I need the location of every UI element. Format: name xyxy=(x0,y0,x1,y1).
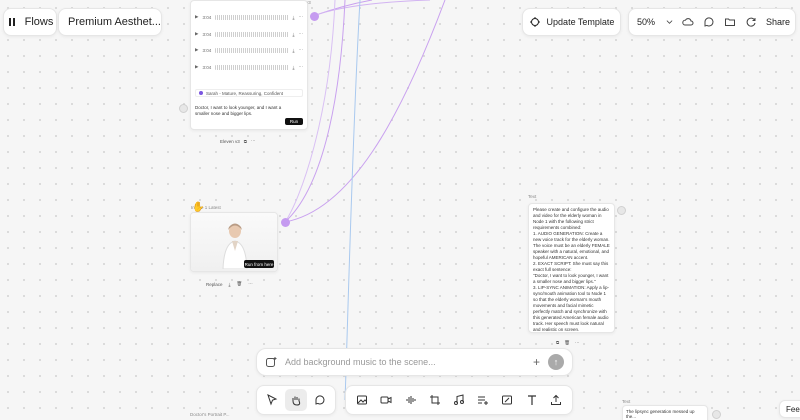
track-duration: 3:04 xyxy=(202,14,212,20)
template-icon xyxy=(529,16,541,28)
flows-label: Flows xyxy=(24,16,54,28)
comment-icon[interactable] xyxy=(703,16,715,28)
more-icon[interactable]: ⋯ xyxy=(575,340,580,348)
update-template-button[interactable]: Update Template xyxy=(522,8,621,36)
output-port[interactable] xyxy=(281,218,290,227)
track-duration: 3:04 xyxy=(202,47,212,53)
text-node[interactable]: Please create and configure the audio an… xyxy=(528,203,615,333)
play-icon[interactable]: ▶ xyxy=(195,47,198,53)
track-duration: 3:04 xyxy=(202,31,212,37)
zoom-select[interactable]: 50% xyxy=(637,17,673,27)
crop-tool[interactable] xyxy=(424,389,446,411)
flows-icon xyxy=(7,16,19,28)
bottom-node-title: Doctor's Portrait P... xyxy=(190,412,230,417)
run-button[interactable]: Run xyxy=(285,118,303,125)
hand-tool[interactable] xyxy=(285,389,307,411)
waveform xyxy=(215,31,289,37)
more-icon[interactable]: ⋯ xyxy=(299,47,304,53)
plus-icon[interactable]: + xyxy=(533,355,540,369)
audio-wave-tool[interactable] xyxy=(400,389,422,411)
prompt-bar: + ↑ xyxy=(256,348,573,376)
play-icon[interactable]: ▶ xyxy=(195,31,198,37)
more-icon[interactable]: ⋯ xyxy=(299,64,304,70)
delete-icon[interactable]: 🗑 xyxy=(564,340,570,348)
tools-right xyxy=(345,385,573,415)
waveform xyxy=(215,47,289,53)
voice-avatar-icon xyxy=(199,91,203,95)
input-port[interactable] xyxy=(617,206,626,215)
text-node-footer: ⧉ 🗑 ⋯ xyxy=(556,340,586,348)
audio-node-footer: Eleven v3 ⧉ ⋯ xyxy=(220,136,277,146)
more-icon[interactable]: ⋯ xyxy=(299,31,304,37)
cloud-icon[interactable] xyxy=(682,16,694,28)
project-title[interactable]: Premium Aesthet... xyxy=(58,8,162,36)
send-button[interactable]: ↑ xyxy=(548,354,564,370)
replace-button[interactable]: Replace xyxy=(206,282,223,287)
more-icon[interactable]: ⋯ xyxy=(248,281,253,287)
copy-icon[interactable]: ⧉ xyxy=(244,139,247,144)
share-button[interactable]: Share xyxy=(766,17,790,27)
download-icon[interactable]: ⤓ xyxy=(293,65,295,70)
bottom-text-node-body: The lipsync generation messed up the... xyxy=(626,409,695,419)
right-toolbar: 50% Share xyxy=(628,8,796,36)
text-node-body[interactable]: Please create and configure the audio an… xyxy=(533,207,610,333)
update-template-label: Update Template xyxy=(546,17,615,27)
more-icon[interactable]: ⋯ xyxy=(251,138,256,144)
bottom-text-node[interactable]: The lipsync generation messed up the... xyxy=(622,405,708,420)
voice-select[interactable]: Sarah - Mature, Reassuring, Confident xyxy=(195,89,303,97)
output-port[interactable] xyxy=(310,12,319,21)
folder-icon[interactable] xyxy=(724,16,736,28)
track-duration: 3:04 xyxy=(202,64,212,70)
download-icon[interactable]: ⤓ xyxy=(293,32,295,37)
audio-prompt-text[interactable]: Doctor, I want to look younger, and I wa… xyxy=(195,105,290,117)
prompt-input[interactable] xyxy=(285,357,525,367)
input-port[interactable] xyxy=(179,104,188,113)
download-icon[interactable]: ⤓ xyxy=(293,48,295,53)
refresh-icon[interactable] xyxy=(745,16,757,28)
voice-name: Sarah - Mature, Reassuring, Confident xyxy=(206,90,284,96)
play-icon[interactable]: ▶ xyxy=(195,14,198,20)
audio-track-row[interactable]: ▶ 3:04 ⤓ ⋯ xyxy=(195,62,303,72)
waveform xyxy=(215,14,289,20)
bottom-text-node-label: Text xyxy=(622,399,631,404)
play-icon[interactable]: ▶ xyxy=(195,64,198,70)
audio-node[interactable]: ▶ 3:04 ⤓ ⋯ ▶ 3:04 ⤓ ⋯ ▶ 3:04 ⤓ ⋯ ▶ 3:04 … xyxy=(190,0,308,130)
text-tool[interactable] xyxy=(521,389,543,411)
select-tool[interactable] xyxy=(261,389,283,411)
image-edit-tool[interactable] xyxy=(496,389,518,411)
audio-track-row[interactable]: ▶ 3:04 ⤓ ⋯ xyxy=(195,29,303,39)
download-icon[interactable]: ⤓ xyxy=(293,15,295,20)
input-port[interactable] xyxy=(712,410,721,419)
more-icon[interactable]: ⋯ xyxy=(299,14,304,20)
video-tool[interactable] xyxy=(375,389,397,411)
waveform xyxy=(215,64,289,70)
audio-track-row[interactable]: ▶ 3:04 ⤓ ⋯ xyxy=(195,45,303,55)
text-node-label: Text xyxy=(528,194,537,199)
chevron-down-icon xyxy=(666,17,673,27)
footer-model-select[interactable]: Eleven v3 xyxy=(220,139,240,144)
delete-icon[interactable]: 🗑 xyxy=(237,281,243,287)
music-tool[interactable] xyxy=(448,389,470,411)
flows-button[interactable]: Flows xyxy=(3,8,57,36)
add-media-icon[interactable] xyxy=(265,356,277,368)
comment-tool[interactable] xyxy=(309,389,331,411)
copy-icon[interactable]: ⧉ xyxy=(556,340,559,348)
download-icon[interactable]: ⤓ xyxy=(229,282,231,287)
feedback-button[interactable]: Feed xyxy=(779,400,800,418)
image-tool[interactable] xyxy=(351,389,373,411)
tools-left xyxy=(256,385,336,415)
upload-tool[interactable] xyxy=(545,389,567,411)
zoom-value: 50% xyxy=(637,17,656,27)
image-node-footer: Replace ⤓ 🗑 ⋯ xyxy=(206,279,263,289)
run-from-here-button[interactable]: Run from here xyxy=(244,260,274,268)
list-add-tool[interactable] xyxy=(472,389,494,411)
audio-track-row[interactable]: ▶ 3:04 ⤓ ⋯ xyxy=(195,12,303,22)
